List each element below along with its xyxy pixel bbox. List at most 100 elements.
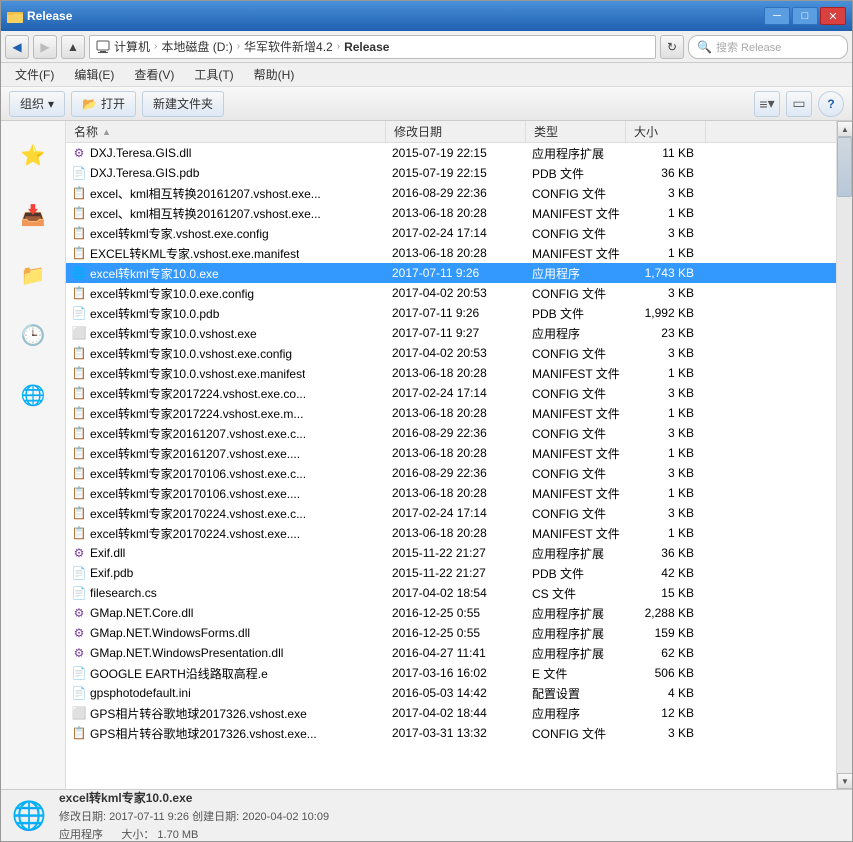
file-cell-type: PDB 文件 [526,163,626,183]
sidebar-network[interactable]: 🌐 [5,367,61,423]
forward-button[interactable]: ▶ [33,35,57,59]
status-dates: 修改日期: 2017-07-11 9:26 创建日期: 2020-04-02 1… [59,808,844,824]
sep2: › [237,41,240,52]
file-row[interactable]: 🌐excel转kml专家10.0.exe2017-07-11 9:26应用程序1… [66,263,836,283]
sidebar-desktop[interactable]: 📁 [5,247,61,303]
file-row[interactable]: ⚙GMap.NET.WindowsForms.dll2016-12-25 0:5… [66,623,836,643]
file-cell-date: 2017-02-24 17:14 [386,223,526,243]
help-button[interactable]: ? [818,91,844,117]
search-bar[interactable]: 🔍 搜索 Release [688,35,848,59]
file-row[interactable]: ⚙GMap.NET.Core.dll2016-12-25 0:55应用程序扩展2… [66,603,836,623]
file-row[interactable]: 📋excel转kml专家20170106.vshost.exe....2013-… [66,483,836,503]
file-list[interactable]: ⚙DXJ.Teresa.GIS.dll2015-07-19 22:15应用程序扩… [66,143,836,789]
file-cell-type: 应用程序扩展 [526,623,626,643]
col-header-size[interactable]: 大小 [626,121,706,142]
scroll-down-button[interactable]: ▼ [837,773,852,789]
scrollbar-track[interactable] [837,137,852,773]
file-cell-type: 应用程序扩展 [526,143,626,163]
file-row[interactable]: 📋excel转kml专家10.0.vshost.exe.config2017-0… [66,343,836,363]
file-row[interactable]: 📋excel转kml专家20161207.vshost.exe.c...2016… [66,423,836,443]
breadcrumb-drive[interactable]: 本地磁盘 (D:) [161,38,232,55]
file-cell-size: 3 KB [626,503,706,523]
file-row[interactable]: 📋excel、kml相互转换20161207.vshost.exe...2013… [66,203,836,223]
file-row[interactable]: ⚙DXJ.Teresa.GIS.dll2015-07-19 22:15应用程序扩… [66,143,836,163]
file-cell-size: 3 KB [626,183,706,203]
breadcrumb-current[interactable]: Release [344,40,389,54]
file-name-text: excel转kml专家20170106.vshost.exe.c... [90,465,306,482]
file-row[interactable]: 📋excel转kml专家2017224.vshost.exe.co...2017… [66,383,836,403]
file-row[interactable]: 📋excel转kml专家2017224.vshost.exe.m...2013-… [66,403,836,423]
menu-help[interactable]: 帮助(H) [244,64,305,85]
scroll-up-button[interactable]: ▲ [837,121,852,137]
file-area: 名称 ▲ 修改日期 类型 大小 ⚙DXJ.Teresa.GIS.dll2015-… [66,121,836,789]
file-name-text: excel转kml专家2017224.vshost.exe.co... [90,385,306,402]
file-name-text: filesearch.cs [90,586,157,600]
file-row[interactable]: 📋excel转kml专家10.0.exe.config2017-04-02 20… [66,283,836,303]
file-row[interactable]: 📋excel转kml专家20170224.vshost.exe.c...2017… [66,503,836,523]
file-row[interactable]: 📄excel转kml专家10.0.pdb2017-07-11 9:26PDB 文… [66,303,836,323]
menu-edit[interactable]: 编辑(E) [64,64,124,85]
file-icon: 📄 [72,166,86,180]
file-cell-size: 1,992 KB [626,303,706,323]
file-row[interactable]: 📋excel转kml专家20170106.vshost.exe.c...2016… [66,463,836,483]
file-row[interactable]: 📋GPS相片转谷歌地球2017326.vshost.exe...2017-03-… [66,723,836,743]
file-row[interactable]: 📄GOOGLE EARTH沿线路取高程.e2017-03-16 16:02E 文… [66,663,836,683]
menu-file[interactable]: 文件(F) [5,64,64,85]
scrollbar[interactable]: ▲ ▼ [836,121,852,789]
file-row[interactable]: 📄Exif.pdb2015-11-22 21:27PDB 文件42 KB [66,563,836,583]
file-cell-size: 3 KB [626,723,706,743]
file-row[interactable]: 📋excel转kml专家20170224.vshost.exe....2013-… [66,523,836,543]
file-row[interactable]: 📋excel转kml专家10.0.vshost.exe.manifest2013… [66,363,836,383]
minimize-button[interactable]: ─ [764,7,790,25]
file-row[interactable]: ⚙Exif.dll2015-11-22 21:27应用程序扩展36 KB [66,543,836,563]
file-cell-date: 2017-02-24 17:14 [386,503,526,523]
col-header-name[interactable]: 名称 ▲ [66,121,386,142]
organize-button[interactable]: 组织 ▾ [9,91,65,117]
col-header-type[interactable]: 类型 [526,121,626,142]
file-row[interactable]: 📄gpsphotodefault.ini2016-05-03 14:42配置设置… [66,683,836,703]
open-button[interactable]: 📂 打开 [71,91,136,117]
breadcrumb-bar[interactable]: 计算机 › 本地磁盘 (D:) › 华军软件新增4.2 › Release [89,35,656,59]
scrollbar-thumb[interactable] [837,137,852,197]
file-row[interactable]: ⬜excel转kml专家10.0.vshost.exe2017-07-11 9:… [66,323,836,343]
file-cell-type: 应用程序 [526,323,626,343]
file-row[interactable]: 📋EXCEL转KML专家.vshost.exe.manifest2013-06-… [66,243,836,263]
file-row[interactable]: 📋excel、kml相互转换20161207.vshost.exe...2016… [66,183,836,203]
menu-tools[interactable]: 工具(T) [184,64,243,85]
column-headers: 名称 ▲ 修改日期 类型 大小 [66,121,836,143]
file-row[interactable]: 📄filesearch.cs2017-04-02 18:54CS 文件15 KB [66,583,836,603]
file-cell-size: 36 KB [626,543,706,563]
status-file-icon: 🌐 [9,796,49,836]
status-type-size: 应用程序 大小： 1.70 MB [59,826,844,842]
sidebar-favorites[interactable]: ⭐ [5,127,61,183]
file-icon: 📋 [72,386,86,400]
file-row[interactable]: ⬜GPS相片转谷歌地球2017326.vshost.exe2017-04-02 … [66,703,836,723]
file-icon: 📋 [72,446,86,460]
preview-button[interactable]: ▭ [786,91,812,117]
menu-view[interactable]: 查看(V) [124,64,184,85]
file-cell-name: 📋excel转kml专家10.0.vshost.exe.manifest [66,363,386,383]
toolbar: 组织 ▾ 📂 打开 新建文件夹 ≡▾ ▭ ? [1,87,852,121]
sidebar-recent[interactable]: 🕒 [5,307,61,363]
up-button[interactable]: ▲ [61,35,85,59]
file-row[interactable]: 📄DXJ.Teresa.GIS.pdb2015-07-19 22:15PDB 文… [66,163,836,183]
status-bar: 🌐 excel转kml专家10.0.exe 修改日期: 2017-07-11 9… [1,789,852,841]
back-button[interactable]: ◀ [5,35,29,59]
close-button[interactable]: ✕ [820,7,846,25]
col-header-date[interactable]: 修改日期 [386,121,526,142]
file-row[interactable]: ⚙GMap.NET.WindowsPresentation.dll2016-04… [66,643,836,663]
maximize-button[interactable]: □ [792,7,818,25]
new-folder-button[interactable]: 新建文件夹 [142,91,224,117]
file-cell-date: 2016-08-29 22:36 [386,183,526,203]
breadcrumb-computer[interactable]: 计算机 [114,38,150,55]
file-row[interactable]: 📋excel转kml专家20161207.vshost.exe....2013-… [66,443,836,463]
file-cell-type: PDB 文件 [526,563,626,583]
file-cell-size: 3 KB [626,343,706,363]
breadcrumb-folder[interactable]: 华军软件新增4.2 [244,38,333,55]
file-row[interactable]: 📋excel转kml专家.vshost.exe.config2017-02-24… [66,223,836,243]
sidebar-downloads[interactable]: 📥 [5,187,61,243]
downloads-icon: 📥 [21,203,46,228]
view-button[interactable]: ≡▾ [754,91,780,117]
refresh-button[interactable]: ↻ [660,35,684,59]
file-cell-type: MANIFEST 文件 [526,443,626,463]
